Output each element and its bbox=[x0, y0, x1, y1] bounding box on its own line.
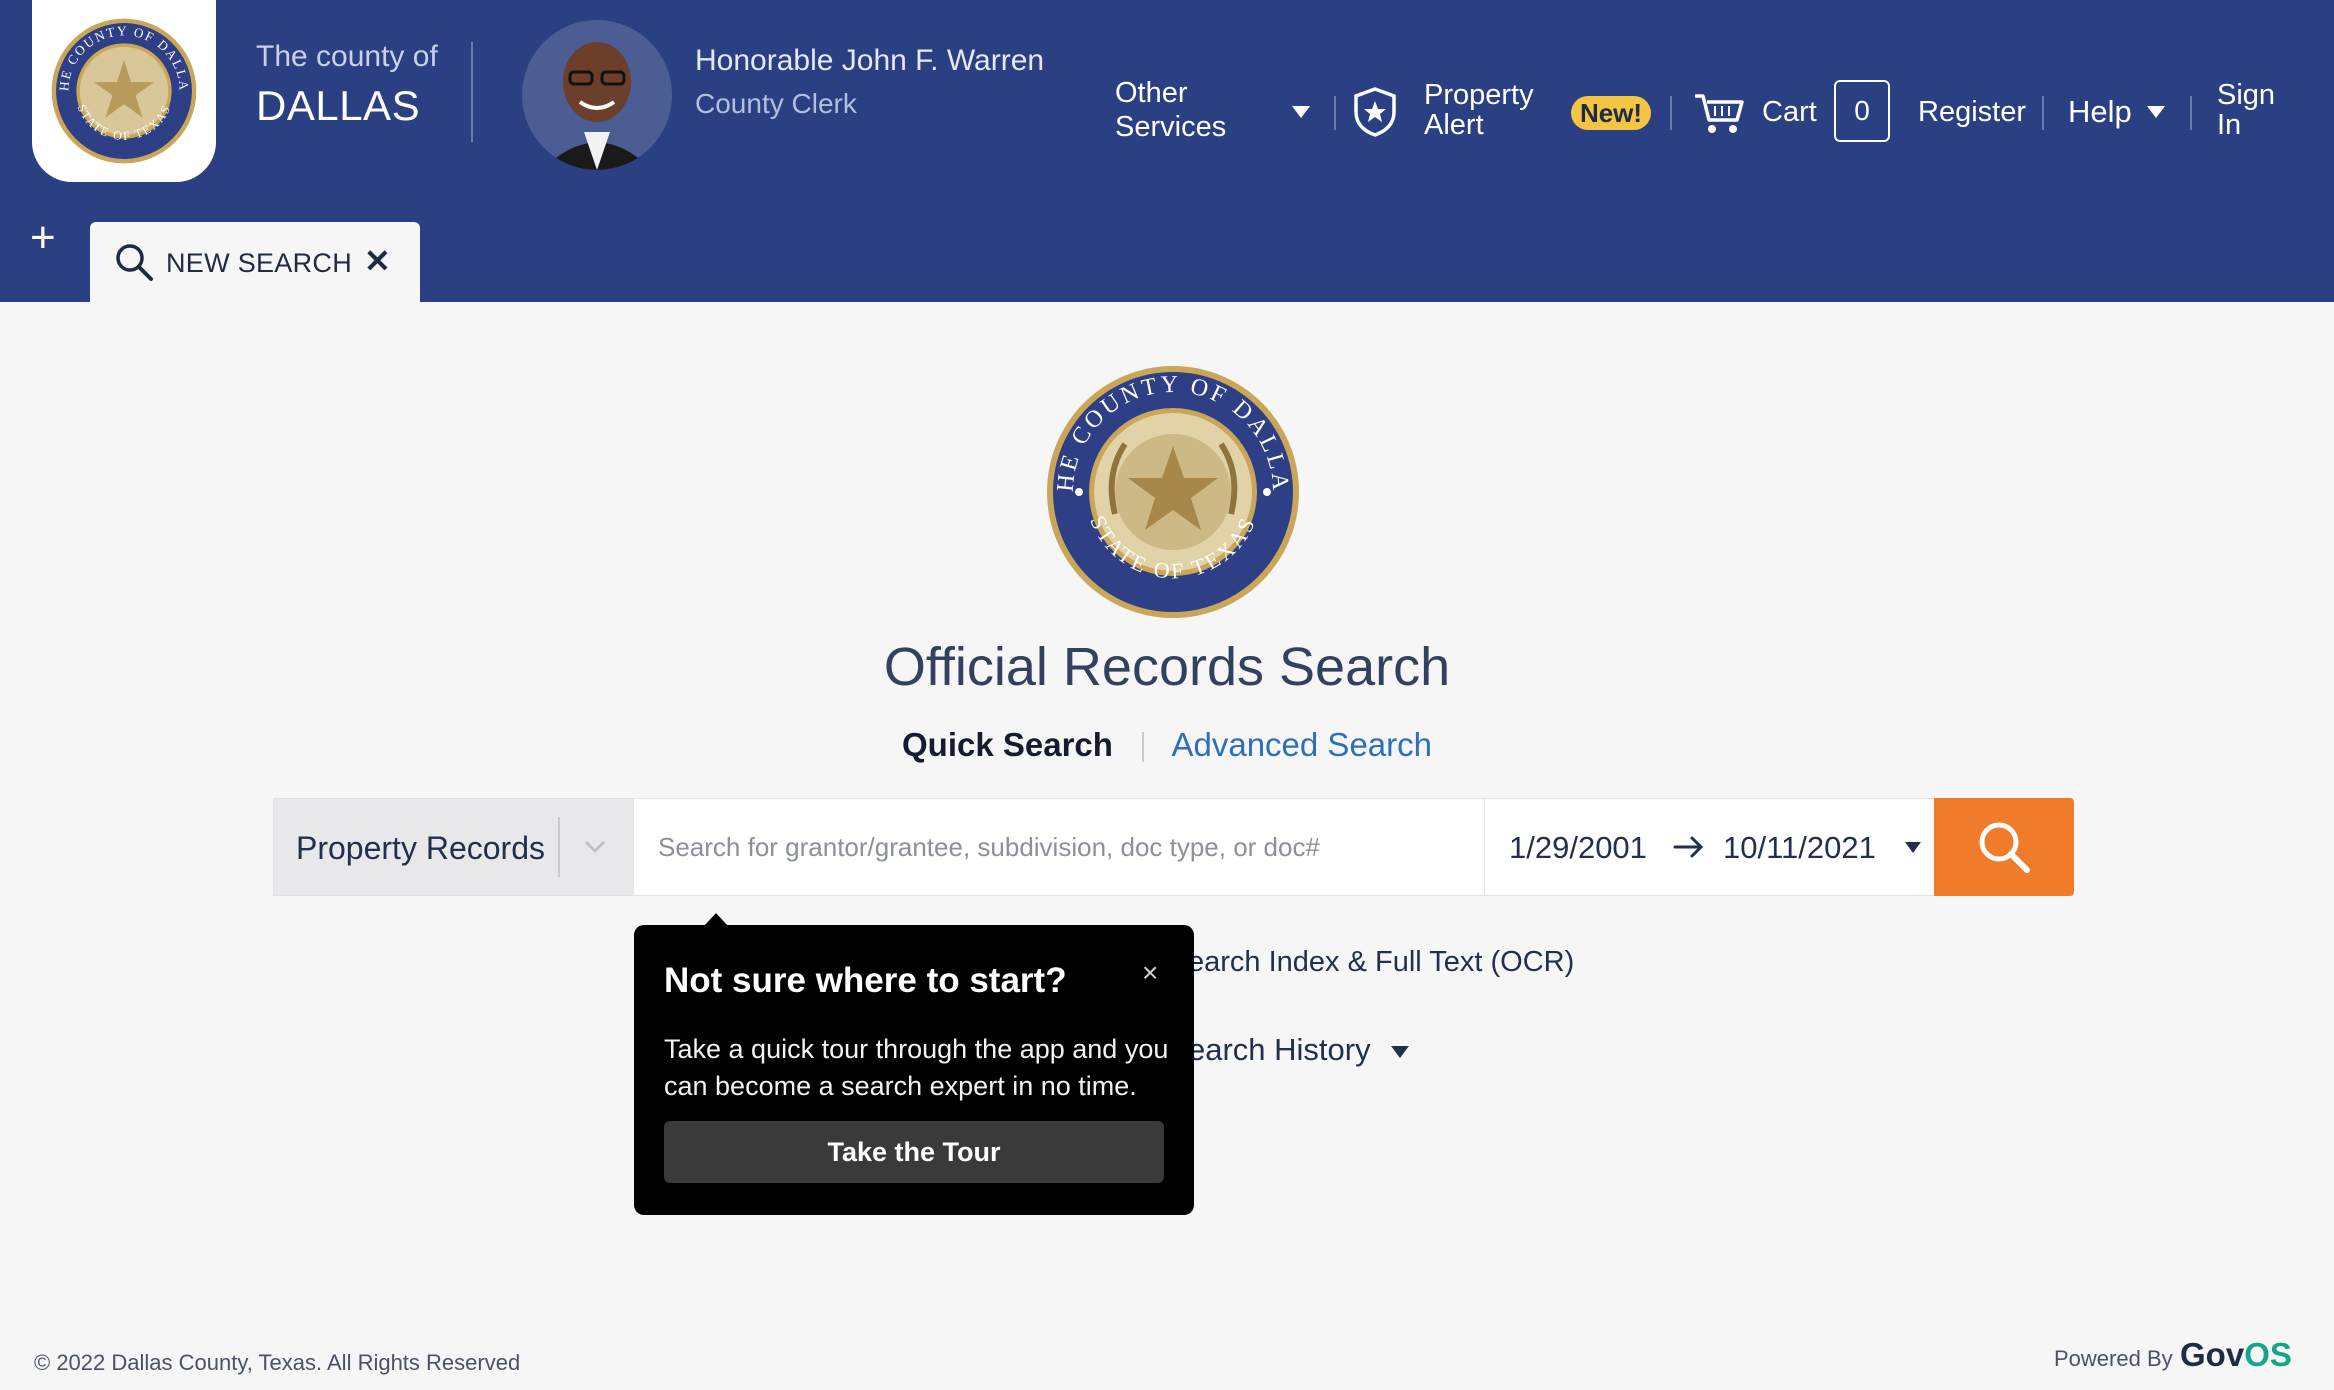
other-services-menu[interactable]: Other Services bbox=[1115, 76, 1226, 158]
search-icon bbox=[1979, 822, 2030, 873]
nav-separator bbox=[2042, 96, 2044, 130]
shield-star-icon[interactable] bbox=[1352, 86, 1398, 138]
clerk-info: Honorable John F. Warren County Clerk bbox=[695, 44, 1044, 120]
county-prefix: The county of bbox=[256, 40, 438, 73]
clerk-title: County Clerk bbox=[695, 88, 857, 119]
other-services-label-2: Services bbox=[1115, 111, 1227, 143]
new-badge: New! bbox=[1571, 96, 1651, 130]
property-alert-link[interactable]: Property Alert bbox=[1424, 80, 1534, 162]
search-button[interactable] bbox=[1934, 798, 2074, 896]
quick-search-tab[interactable]: Quick Search bbox=[902, 726, 1113, 763]
search-history-label: earch History bbox=[1188, 1032, 1371, 1067]
department-value: Property Records bbox=[296, 830, 545, 866]
sign-in-label-2: In bbox=[2217, 109, 2242, 141]
add-tab-button[interactable]: + bbox=[30, 216, 56, 260]
help-menu[interactable]: Help bbox=[2068, 94, 2132, 130]
brand-gov: Gov bbox=[2180, 1336, 2245, 1373]
search-icon bbox=[116, 244, 153, 281]
register-link[interactable]: Register bbox=[1918, 96, 2026, 129]
govos-logo[interactable]: GovOS bbox=[2180, 1336, 2292, 1374]
nav-separator bbox=[2190, 96, 2192, 130]
page-title: Official Records Search bbox=[883, 637, 1451, 697]
ocr-search-option[interactable]: earch Index & Full Text (OCR) bbox=[1188, 946, 1574, 979]
clerk-name: Honorable John F. Warren bbox=[695, 44, 1045, 77]
mode-separator bbox=[1142, 732, 1145, 763]
property-alert-label-2: Alert bbox=[1424, 109, 1484, 141]
caret-down-icon bbox=[1391, 1045, 1410, 1058]
date-from[interactable]: 1/29/2001 bbox=[1509, 830, 1647, 866]
advanced-search-link[interactable]: Advanced Search bbox=[1171, 726, 1432, 763]
search-mode-switch: Quick Search Advanced Search bbox=[0, 726, 2334, 764]
cart-link[interactable]: Cart bbox=[1762, 96, 1817, 129]
chevron-down-icon bbox=[585, 841, 605, 853]
county-name-block: The county of DALLAS bbox=[256, 40, 438, 130]
site-header: THE COUNTY OF DALLAS STATE OF TEXAS The … bbox=[0, 0, 2334, 302]
close-icon[interactable]: ✕ bbox=[364, 242, 391, 280]
nav-separator bbox=[1334, 96, 1336, 130]
date-to[interactable]: 10/11/2021 bbox=[1723, 830, 1876, 866]
caret-down-icon[interactable] bbox=[1905, 842, 1921, 853]
tour-title: Not sure where to start? bbox=[664, 961, 1067, 1000]
clerk-avatar bbox=[522, 20, 672, 170]
other-services-label-1: Other bbox=[1115, 77, 1188, 109]
caret-down-icon[interactable] bbox=[2147, 106, 2165, 118]
brand-os: OS bbox=[2244, 1336, 2292, 1373]
close-icon[interactable]: × bbox=[1142, 957, 1158, 989]
select-divider bbox=[558, 817, 560, 877]
tour-body: Take a quick tour through the app and yo… bbox=[664, 1034, 1169, 1101]
cart-count-badge[interactable]: 0 bbox=[1834, 80, 1890, 142]
county-seal-icon: THE COUNTY OF DALLAS STATE OF TEXAS bbox=[49, 16, 197, 164]
tour-popover: Not sure where to start? × Take a quick … bbox=[634, 925, 1194, 1215]
copyright: © 2022 Dallas County, Texas. All Rights … bbox=[34, 1350, 521, 1375]
search-history-toggle[interactable]: earch History bbox=[1188, 1032, 1410, 1068]
take-tour-button[interactable]: Take the Tour bbox=[664, 1121, 1164, 1183]
cart-icon[interactable] bbox=[1693, 92, 1745, 136]
tab-new-search[interactable]: NEW SEARCH ✕ bbox=[90, 222, 420, 302]
search-bar: Property Records 1/29/2001 10/11/2021 bbox=[273, 798, 2074, 896]
sign-in-link[interactable]: Sign In bbox=[2217, 80, 2275, 140]
powered-by-label: Powered By bbox=[2054, 1346, 2173, 1371]
person-photo-icon bbox=[522, 20, 672, 170]
sign-in-label-1: Sign bbox=[2217, 79, 2276, 111]
property-alert-label-1: Property bbox=[1424, 79, 1534, 111]
tab-label: NEW SEARCH bbox=[166, 248, 353, 278]
department-select[interactable]: Property Records bbox=[274, 799, 634, 895]
county-logo[interactable]: THE COUNTY OF DALLAS STATE OF TEXAS bbox=[32, 0, 216, 182]
county-seal-icon: THE COUNTY OF DALLAS STATE OF TEXAS bbox=[1045, 364, 1299, 618]
date-range-picker[interactable]: 1/29/2001 10/11/2021 bbox=[1484, 799, 1935, 895]
caret-down-icon[interactable] bbox=[1292, 106, 1310, 118]
arrow-right-icon bbox=[1673, 836, 1704, 858]
header-divider bbox=[471, 42, 473, 142]
county-name: DALLAS bbox=[256, 82, 421, 129]
search-input[interactable] bbox=[634, 799, 1474, 895]
nav-separator bbox=[1670, 96, 1672, 130]
